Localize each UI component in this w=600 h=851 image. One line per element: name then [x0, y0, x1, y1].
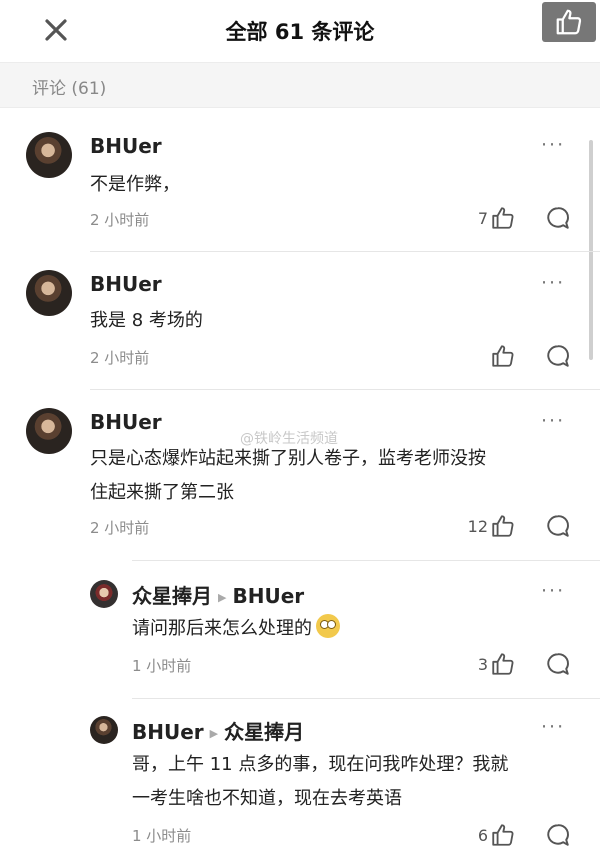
comments-section-header: 评论 (61)	[0, 62, 600, 108]
more-options-button[interactable]: ···	[541, 580, 565, 602]
more-options-button[interactable]: ···	[541, 410, 565, 432]
comment-item: BHUer @铁岭生活频道 ··· 只是心态爆炸站起来撕了别人卷子，监考老师没按…	[0, 390, 600, 561]
reply-header: BHUer ▶ 众星捧月	[132, 716, 304, 745]
like-count: 3	[477, 654, 488, 674]
comment-text: 不是作弊，	[90, 174, 180, 195]
like-count: 12	[467, 516, 488, 536]
thumbs-up-icon	[490, 822, 516, 848]
thumbs-up-icon	[556, 9, 582, 35]
reply-text-line: 一考生啥也不知道，现在去考英语	[132, 788, 402, 809]
reply-username[interactable]: 众星捧月	[132, 584, 212, 608]
like-count: 6	[477, 825, 488, 845]
reply-text-content: 请问那后来怎么处理的	[132, 618, 312, 639]
comment-time: 2 小时前	[90, 519, 150, 537]
like-post-button[interactable]	[542, 2, 596, 42]
reply-time: 1 小时前	[132, 657, 192, 675]
comment-bubble-icon[interactable]	[545, 205, 571, 231]
comment-username[interactable]: BHUer	[90, 272, 162, 296]
comment-bubble-icon[interactable]	[545, 343, 571, 369]
reply-to-username[interactable]: 众星捧月	[224, 720, 304, 744]
like-button[interactable]: 6	[440, 822, 516, 848]
like-button[interactable]	[440, 343, 516, 369]
thumbs-up-icon	[490, 343, 516, 369]
comment-bubble-icon[interactable]	[545, 651, 571, 677]
thumbs-up-icon	[490, 651, 516, 677]
like-button[interactable]: 12	[440, 513, 516, 539]
comments-count-label: 评论 (61)	[32, 79, 107, 99]
avatar[interactable]	[26, 132, 72, 178]
reply-header: 众星捧月 ▶ BHUer	[132, 580, 304, 609]
comment-time: 2 小时前	[90, 211, 150, 229]
like-button[interactable]: 3	[440, 651, 516, 677]
more-options-button[interactable]: ···	[541, 716, 565, 738]
avatar[interactable]	[90, 716, 118, 744]
comment-text-line: 住起来撕了第二张	[90, 482, 234, 503]
reply-text-line: 哥，上午 11 点多的事，现在问我咋处理？我就	[132, 754, 509, 775]
avatar[interactable]	[90, 580, 118, 608]
reply-username[interactable]: BHUer	[132, 720, 204, 744]
top-bar: 全部 61 条评论	[0, 0, 600, 60]
comment-time: 2 小时前	[90, 349, 150, 367]
more-options-button[interactable]: ···	[541, 134, 565, 156]
more-options-button[interactable]: ···	[541, 272, 565, 294]
reply-to-username[interactable]: BHUer	[232, 584, 304, 608]
reply-item: 众星捧月 ▶ BHUer ··· 请问那后来怎么处理的 1 小时前 3	[0, 560, 600, 699]
reply-time: 1 小时前	[132, 827, 192, 845]
comment-item: BHUer ··· 我是 8 考场的 2 小时前	[0, 252, 600, 390]
comment-username[interactable]: BHUer	[90, 410, 162, 434]
comment-item: BHUer ··· 不是作弊， 2 小时前 7	[0, 112, 600, 252]
thumbs-up-icon	[490, 205, 516, 231]
comment-text-line: 只是心态爆炸站起来撕了别人卷子，监考老师没按	[90, 448, 486, 469]
comment-text: 我是 8 考场的	[90, 310, 203, 331]
flushed-face-emoji	[316, 614, 340, 638]
avatar[interactable]	[26, 408, 72, 454]
like-count: 7	[477, 208, 488, 228]
avatar[interactable]	[26, 270, 72, 316]
thumbs-up-icon	[490, 513, 516, 539]
reply-item: BHUer ▶ 众星捧月 ··· 哥，上午 11 点多的事，现在问我咋处理？我就 一…	[0, 698, 600, 851]
comment-bubble-icon[interactable]	[545, 822, 571, 848]
reply-arrow-icon: ▶	[218, 591, 227, 604]
like-button[interactable]: 7	[440, 205, 516, 231]
reply-arrow-icon: ▶	[209, 727, 219, 740]
page-title: 全部 61 条评论	[225, 20, 375, 44]
comment-bubble-icon[interactable]	[545, 513, 571, 539]
comment-username[interactable]: BHUer	[90, 134, 162, 158]
reply-text: 请问那后来怎么处理的	[132, 612, 340, 646]
